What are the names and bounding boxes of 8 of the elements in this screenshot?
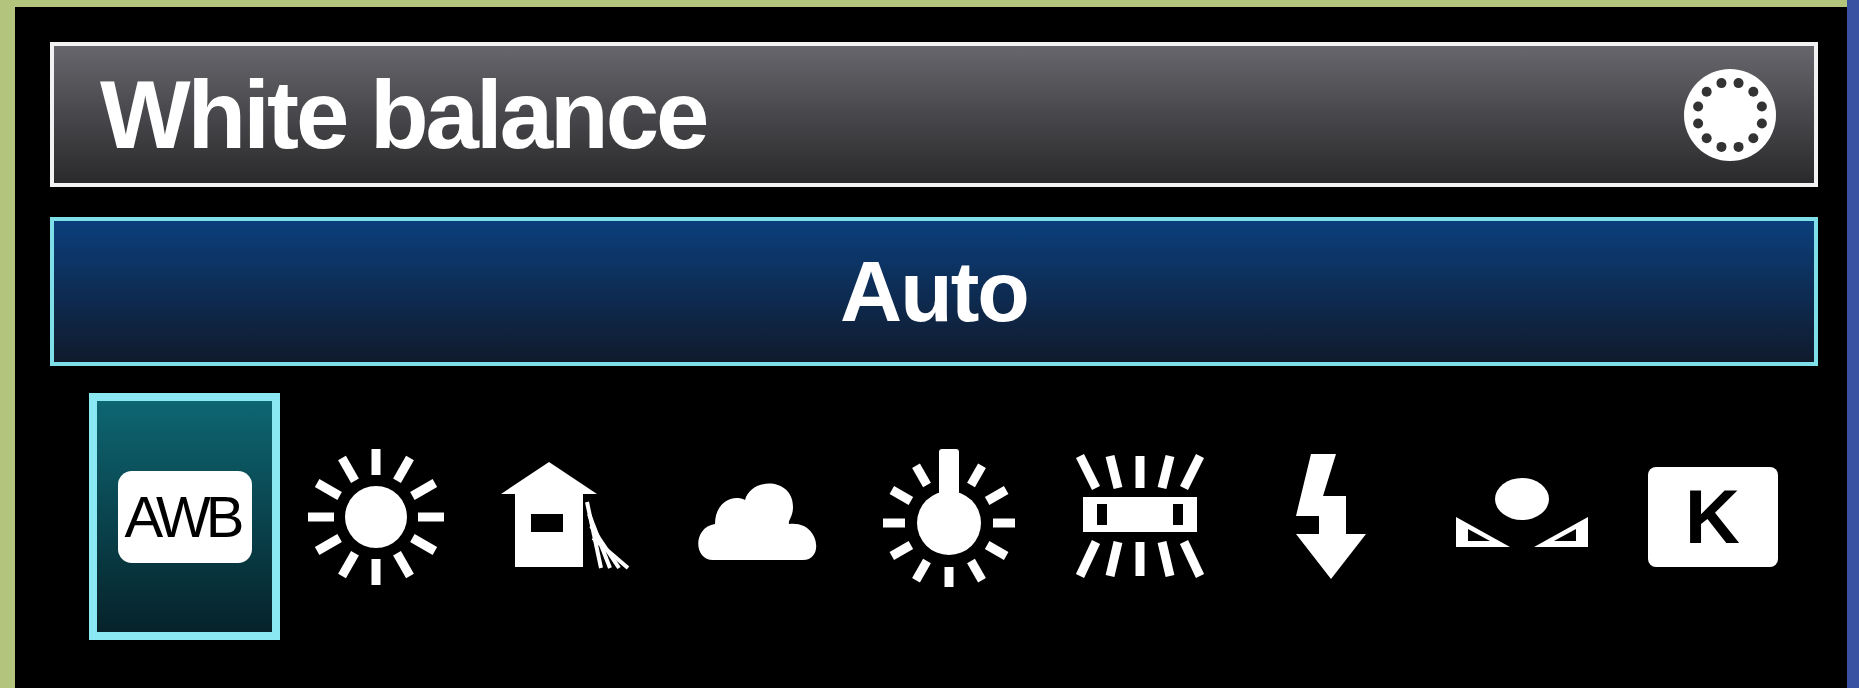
sun-icon xyxy=(305,446,446,587)
kelvin-icon: K xyxy=(1647,466,1778,567)
dial-icon xyxy=(1682,66,1778,163)
preset-option[interactable]: AWB xyxy=(89,393,280,640)
selected-value: Auto xyxy=(840,242,1028,341)
menu-title: White balance xyxy=(100,59,707,170)
preset-option[interactable]: K xyxy=(1617,393,1808,640)
awb-icon: AWB xyxy=(117,470,252,563)
